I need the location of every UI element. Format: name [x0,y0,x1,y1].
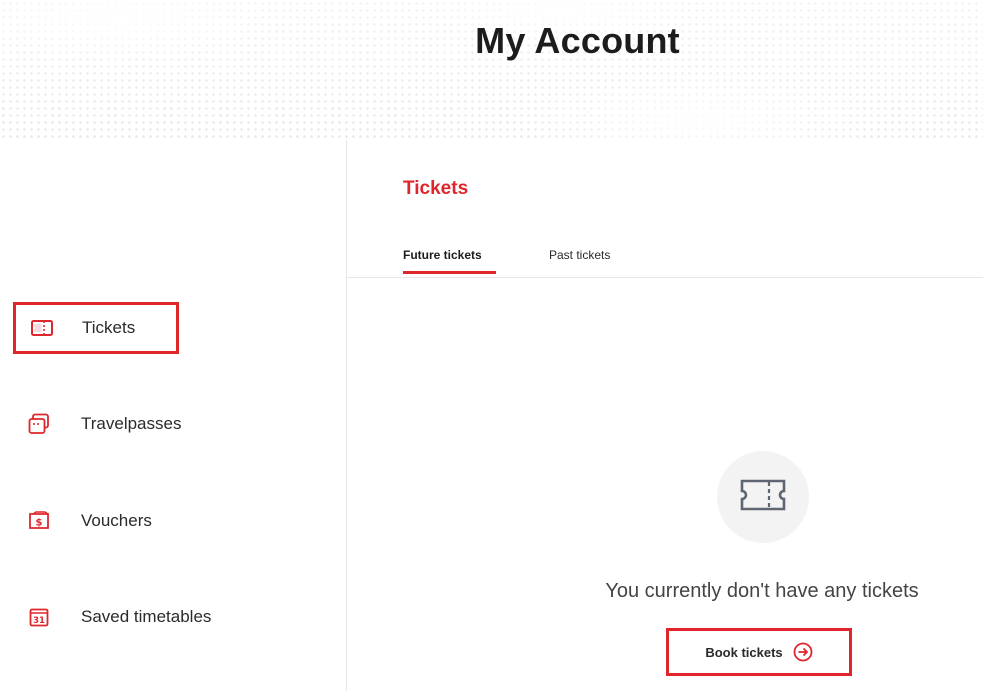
ticket-icon [31,317,53,339]
sidebar-item-label: Tickets [82,318,136,337]
svg-text:$: $ [36,518,43,529]
sidebar-item-label: Travelpasses [81,414,182,433]
section-title: Tickets [403,178,469,199]
sidebar-divider [346,140,347,691]
account-page: My Account Tickets Travelpasses $ Vouche… [0,0,983,691]
sidebar-item-vouchers[interactable]: $ Vouchers [0,496,152,546]
sidebar-item-label: Vouchers [81,511,152,530]
calendar-icon: 31 [28,606,50,628]
book-tickets-button[interactable]: Book tickets [666,628,852,676]
empty-state-icon-circle [717,451,809,543]
sidebar-item-saved-timetables[interactable]: 31 Saved timetables [0,592,211,642]
active-tab-underline [403,271,496,274]
voucher-icon: $ [28,510,50,532]
tab-future-tickets[interactable]: Future tickets [403,248,482,262]
sidebar-item-label: Saved timetables [81,607,212,626]
tab-past-tickets[interactable]: Past tickets [549,248,610,262]
page-title: My Account [475,20,680,61]
sidebar-item-tickets[interactable]: Tickets [13,302,179,354]
ticket-icon [739,478,787,517]
header-banner: My Account [0,0,983,140]
arrow-circle-right-icon [793,642,813,662]
travelpass-icon [28,413,50,435]
empty-state-message: You currently don't have any tickets [605,580,919,602]
book-tickets-label: Book tickets [705,644,783,660]
sidebar-item-travelpasses[interactable]: Travelpasses [0,399,181,449]
tabs-divider [347,277,983,278]
svg-text:31: 31 [33,616,45,626]
